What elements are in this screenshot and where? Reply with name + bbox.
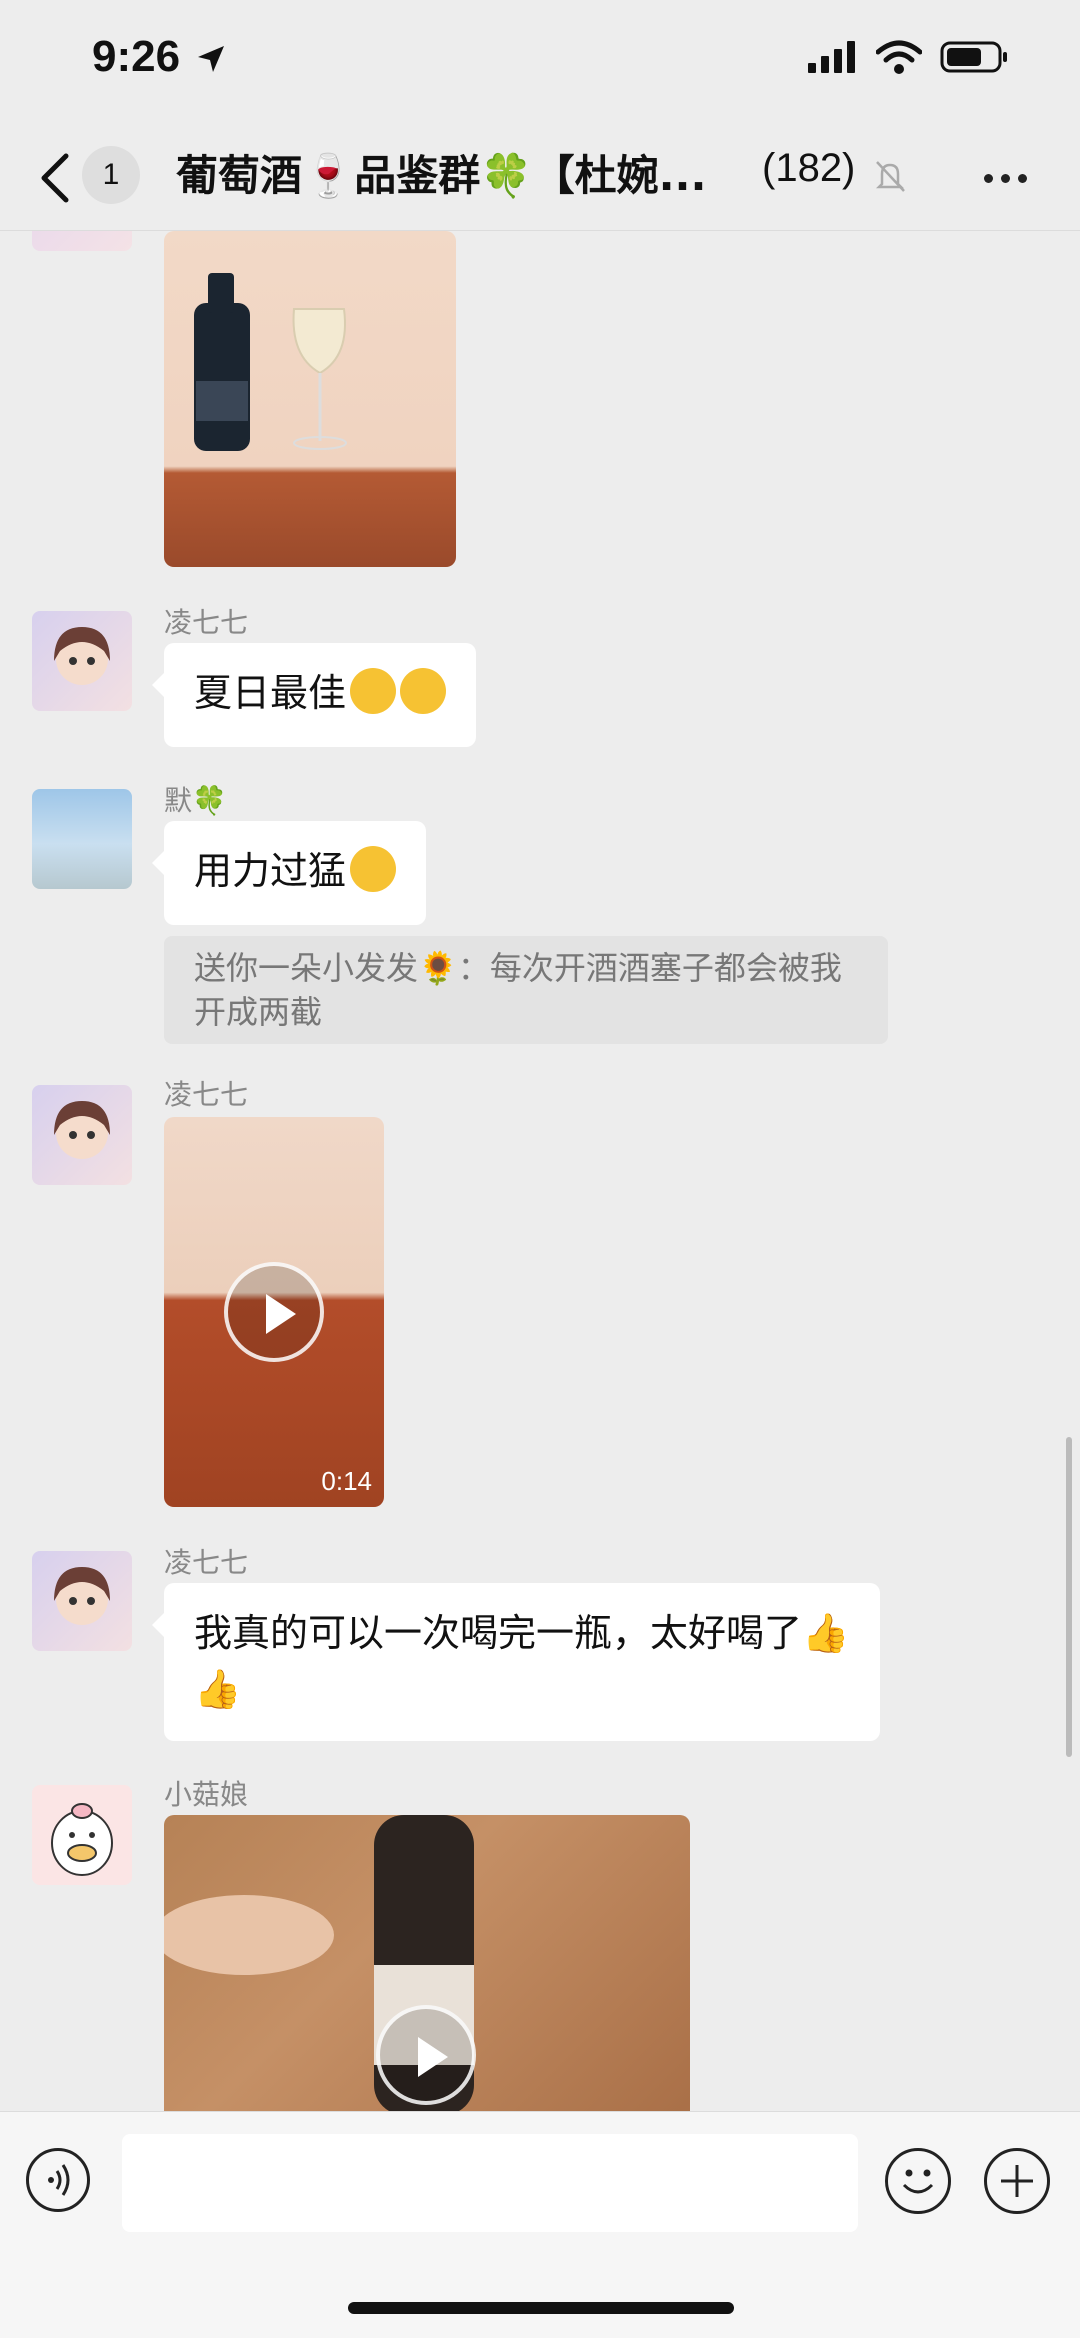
avatar[interactable]	[32, 231, 132, 251]
text-bubble[interactable]: 我真的可以一次喝完一瓶，太好喝了👍👍	[152, 1583, 880, 1741]
grin-emoji	[350, 668, 397, 714]
sender-name: 默🍀	[164, 784, 227, 817]
status-bar: 9:26	[0, 0, 1080, 120]
text-bubble[interactable]: 夏日最佳	[151, 643, 477, 747]
voice-waves-icon	[48, 2164, 70, 2196]
avatar-girl-illustration	[54, 1567, 110, 1625]
avatar[interactable]	[32, 1551, 132, 1651]
unread-count-badge[interactable]: 1	[82, 146, 140, 204]
member-count: (182)	[762, 146, 856, 190]
video-message[interactable]	[164, 1815, 690, 2111]
status-icons	[808, 40, 1010, 74]
avatar[interactable]	[32, 1085, 132, 1185]
play-icon[interactable]	[376, 2005, 476, 2105]
chat-header: 1 葡萄酒🍷品鉴群🍀【杜婉... (182)	[0, 120, 1080, 231]
sender-name: 凌七七	[164, 1546, 249, 1579]
back-chevron-icon[interactable]	[32, 148, 80, 208]
image-message[interactable]	[164, 231, 456, 567]
chat-title: 葡萄酒🍷品鉴群🍀【杜婉...	[176, 151, 707, 200]
more-options-icon[interactable]	[984, 168, 1035, 187]
video-duration: 0:14	[321, 1466, 372, 1496]
avatar[interactable]	[32, 789, 132, 889]
signal-icon	[808, 41, 855, 73]
sender-name: 凌七七	[164, 606, 249, 639]
text-bubble[interactable]: 用力过猛	[151, 821, 427, 925]
voice-icon[interactable]	[26, 2148, 90, 2212]
wine-bottle-photo	[194, 273, 347, 451]
muted-bell-icon	[875, 161, 905, 192]
location-arrow-icon	[198, 46, 224, 72]
message-text: 用力过猛	[194, 849, 347, 893]
message-text: 夏日最佳	[194, 671, 347, 715]
message-list[interactable]: 凌七七 夏日最佳 默🍀 用力过猛 送你一朵小发发🌻：每次开酒酒塞子都会被我开成两…	[0, 231, 1080, 2111]
plus-icon[interactable]	[984, 2148, 1050, 2214]
battery-icon	[940, 41, 1007, 73]
plus-glyph-icon	[1001, 2165, 1033, 2197]
message-input[interactable]	[122, 2134, 858, 2232]
play-icon[interactable]	[224, 1262, 324, 1362]
scrollbar[interactable]	[1066, 1437, 1072, 1757]
avatar-girl-illustration	[54, 627, 110, 685]
avatar-pig-duck-illustration	[51, 1803, 113, 1876]
avatar-girl-illustration	[54, 1101, 110, 1159]
smiley-icon	[902, 2169, 934, 2194]
video-message[interactable]: 0:14	[164, 1117, 384, 1507]
wifi-icon	[876, 40, 922, 74]
sender-name: 凌七七	[164, 1078, 249, 1111]
sender-name: 小菇娘	[164, 1778, 249, 1811]
avatar[interactable]	[32, 1785, 132, 1885]
message-text: 我真的可以一次喝完一瓶，太好喝了👍👍	[194, 1611, 850, 1711]
emoji-icon[interactable]	[885, 2148, 951, 2214]
thinking-emoji	[350, 846, 397, 892]
home-indicator	[348, 2302, 734, 2314]
avatar[interactable]	[32, 611, 132, 711]
quoted-message[interactable]: 送你一朵小发发🌻：每次开酒酒塞子都会被我开成两截	[164, 936, 888, 1044]
grin-emoji	[400, 668, 447, 714]
status-time: 9:26	[92, 32, 181, 81]
